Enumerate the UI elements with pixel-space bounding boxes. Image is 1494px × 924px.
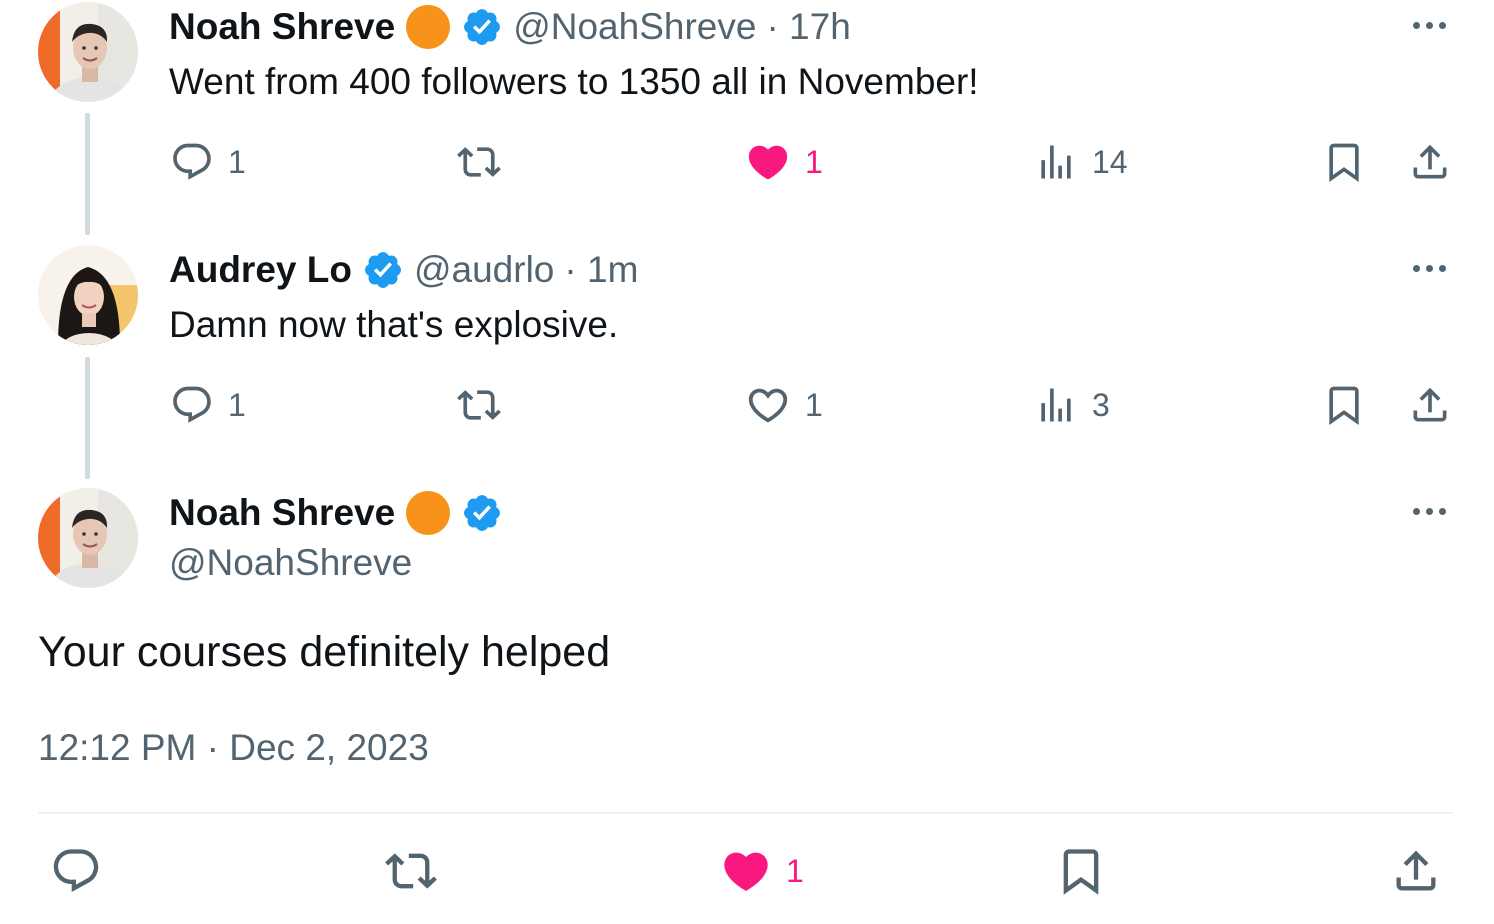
author-name[interactable]: Noah Shreve: [169, 492, 395, 534]
retweet-button[interactable]: [383, 845, 439, 897]
share-icon: [1390, 845, 1442, 897]
retweet-icon: [455, 383, 503, 427]
retweet-button[interactable]: [455, 140, 503, 184]
views-icon: [1034, 140, 1078, 184]
reply-button[interactable]: [50, 845, 102, 897]
share-icon: [1408, 383, 1452, 427]
bookmark-button[interactable]: [1322, 140, 1366, 184]
author-handle[interactable]: @NoahShreve: [169, 542, 412, 584]
reply-count: 1: [228, 143, 246, 180]
bookmark-icon: [1055, 845, 1107, 897]
tweet-text: Your courses definitely helped: [38, 628, 611, 676]
like-icon: [745, 382, 791, 428]
divider: [38, 812, 1454, 814]
tweet-time[interactable]: · 1m: [564, 249, 638, 291]
like-icon: [745, 139, 791, 185]
reply-button[interactable]: 1: [170, 140, 246, 184]
more-icon[interactable]: [1413, 22, 1446, 29]
more-icon[interactable]: [1413, 265, 1446, 272]
verified-icon[interactable]: [461, 6, 503, 48]
tweet-text: Damn now that's explosive.: [169, 304, 619, 345]
share-button[interactable]: [1390, 845, 1442, 897]
author-name[interactable]: Audrey Lo: [169, 249, 352, 291]
avatar[interactable]: [38, 488, 138, 588]
retweet-button[interactable]: [455, 383, 503, 427]
share-button[interactable]: [1408, 383, 1452, 427]
verified-icon[interactable]: [362, 249, 404, 291]
reply-icon: [170, 140, 214, 184]
bookmark-icon: [1322, 140, 1366, 184]
views-button[interactable]: 3: [1034, 383, 1110, 427]
like-button[interactable]: 1: [720, 845, 804, 897]
author-handle[interactable]: @audrlo: [414, 249, 554, 291]
retweet-icon: [383, 845, 439, 897]
like-icon: [720, 845, 772, 897]
org-badge-icon[interactable]: [405, 4, 451, 50]
share-button[interactable]: [1408, 140, 1452, 184]
org-badge-icon[interactable]: [405, 490, 451, 536]
author-handle[interactable]: @NoahShreve: [513, 6, 756, 48]
tweet-time[interactable]: · 17h: [766, 6, 850, 48]
view-count: 3: [1092, 386, 1110, 423]
like-button[interactable]: 1: [745, 139, 823, 185]
thread-line: [85, 113, 90, 235]
like-count: 1: [805, 143, 823, 180]
avatar[interactable]: [38, 2, 138, 102]
retweet-icon: [455, 140, 503, 184]
author-name[interactable]: Noah Shreve: [169, 6, 395, 48]
view-count: 14: [1092, 143, 1128, 180]
thread-line: [85, 357, 90, 479]
avatar[interactable]: [38, 245, 138, 345]
like-count: 1: [805, 386, 823, 423]
tweet-text: Went from 400 followers to 1350 all in N…: [169, 61, 979, 102]
reply-icon: [50, 845, 102, 897]
bookmark-button[interactable]: [1055, 845, 1107, 897]
share-icon: [1408, 140, 1452, 184]
bookmark-button[interactable]: [1322, 383, 1366, 427]
reply-count: 1: [228, 386, 246, 423]
views-icon: [1034, 383, 1078, 427]
more-icon[interactable]: [1413, 508, 1446, 515]
like-button[interactable]: 1: [745, 382, 823, 428]
verified-icon[interactable]: [461, 492, 503, 534]
views-button[interactable]: 14: [1034, 140, 1128, 184]
like-count: 1: [786, 852, 804, 889]
reply-icon: [170, 383, 214, 427]
reply-button[interactable]: 1: [170, 383, 246, 427]
bookmark-icon: [1322, 383, 1366, 427]
tweet-timestamp[interactable]: 12:12 PM · Dec 2, 2023: [38, 727, 429, 769]
